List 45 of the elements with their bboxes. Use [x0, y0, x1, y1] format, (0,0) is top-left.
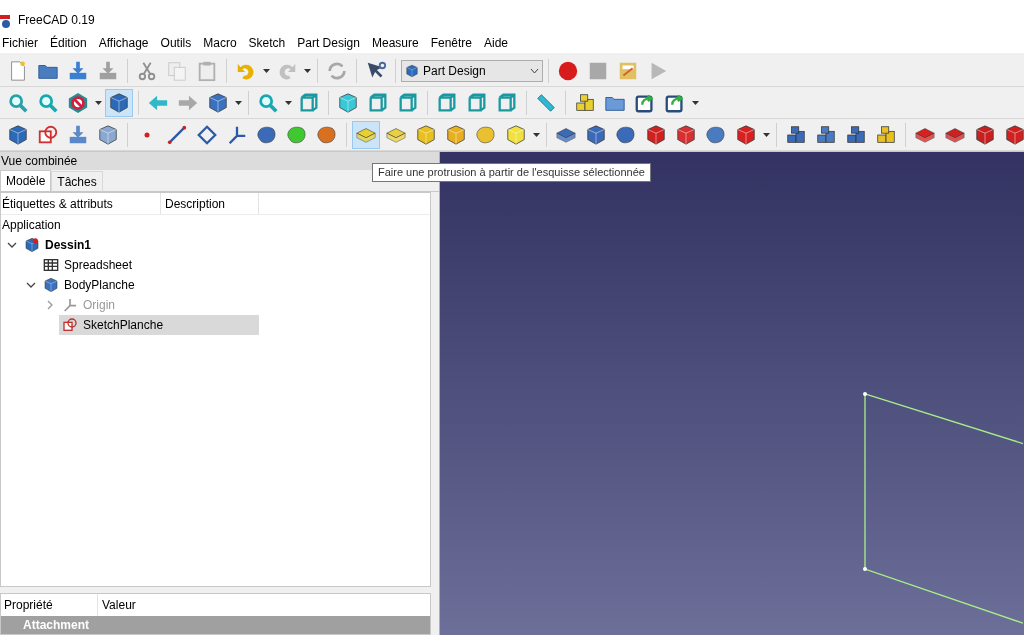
- caret-icon[interactable]: [263, 68, 270, 73]
- menu-item[interactable]: Édition: [44, 34, 93, 52]
- menu-item[interactable]: Part Design: [291, 34, 366, 52]
- spreadsheet-icon: [43, 257, 59, 273]
- panel-tab[interactable]: Modèle: [0, 170, 52, 191]
- window-title: FreeCAD 0.19: [18, 12, 95, 29]
- axes-icon: [62, 297, 78, 313]
- cube-icon: [405, 63, 419, 78]
- vertex-point[interactable]: [863, 567, 867, 571]
- menu-item[interactable]: Fenêtre: [424, 34, 478, 52]
- sketch-outline[interactable]: [864, 393, 1023, 624]
- tree-item[interactable]: BodyPlanche: [40, 275, 137, 295]
- menu-item[interactable]: Fichier: [0, 34, 44, 52]
- panel-tab[interactable]: Tâches: [51, 171, 103, 191]
- menu-item[interactable]: Aide: [478, 34, 515, 52]
- menu-item[interactable]: Outils: [154, 34, 198, 52]
- menu-item[interactable]: Sketch: [242, 34, 292, 52]
- caret-icon[interactable]: [95, 100, 102, 105]
- app-logo-icon: [0, 15, 12, 29]
- tree-item[interactable]: Dessin1: [21, 235, 94, 255]
- collapse-chevron-icon[interactable]: [26, 280, 36, 290]
- menu-item[interactable]: Affichage: [92, 34, 155, 52]
- workbench-dropdown[interactable]: Part Design: [401, 59, 543, 82]
- column-header[interactable]: Valeur: [98, 594, 136, 616]
- menu-item[interactable]: Macro: [197, 34, 243, 52]
- menu-item[interactable]: Measure: [365, 34, 425, 52]
- caret-icon[interactable]: [763, 132, 770, 137]
- column-header[interactable]: Étiquettes & attributs: [1, 193, 161, 214]
- cube-icon: [24, 237, 40, 253]
- collapse-chevron-icon[interactable]: [7, 240, 17, 250]
- tree-item[interactable]: SketchPlanche: [59, 315, 259, 335]
- cube-icon: [43, 277, 59, 293]
- caret-icon[interactable]: [304, 68, 311, 73]
- caret-icon[interactable]: [285, 100, 292, 105]
- vertex-point[interactable]: [863, 392, 867, 396]
- tree-item[interactable]: Spreadsheet: [40, 255, 135, 275]
- workbench-name: Part Design: [423, 62, 487, 80]
- caret-icon[interactable]: [235, 100, 242, 105]
- chevron-icon: [530, 67, 539, 74]
- column-header[interactable]: Description: [161, 193, 259, 214]
- caret-icon[interactable]: [692, 100, 699, 105]
- tooltip: Faire une protrusion à partir de l'esquisse sélectionnée: [372, 163, 651, 182]
- caret-icon[interactable]: [533, 132, 540, 137]
- tree-root-label: Application: [1, 217, 62, 234]
- sketch-icon: [62, 317, 78, 333]
